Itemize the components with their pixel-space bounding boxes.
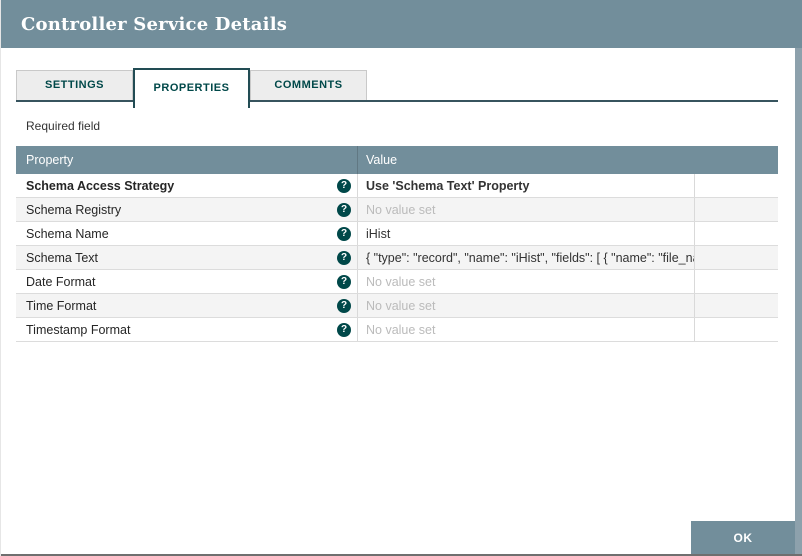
help-icon[interactable]: ? (337, 202, 351, 217)
help-icon[interactable]: ? (337, 322, 351, 337)
table-header: Property Value (16, 146, 778, 174)
property-value[interactable]: { "type": "record", "name": "iHist", "fi… (357, 246, 694, 269)
row-extra-cell (694, 222, 778, 245)
property-value[interactable]: Use 'Schema Text' Property (357, 174, 694, 197)
dialog-header: Controller Service Details (1, 0, 802, 48)
dialog-title: Controller Service Details (21, 13, 288, 35)
table-row[interactable]: Schema Access Strategy? Use 'Schema Text'… (16, 174, 778, 198)
property-name: Timestamp Format (26, 322, 131, 337)
property-name: Schema Access Strategy (26, 178, 175, 193)
table-row[interactable]: Schema Registry? No value set (16, 198, 778, 222)
column-header-property: Property (26, 153, 74, 167)
tab-comments[interactable]: COMMENTS (250, 70, 367, 100)
row-extra-cell (694, 246, 778, 269)
controller-service-details-dialog: Controller Service Details SETTINGS PROP… (0, 0, 802, 556)
property-cell: Schema Access Strategy? (16, 174, 357, 197)
required-field-hint: Required field (26, 119, 101, 133)
tab-properties[interactable]: PROPERTIES (133, 68, 250, 108)
property-value[interactable]: No value set (357, 294, 694, 317)
row-extra-cell (694, 198, 778, 221)
property-cell: Schema Name? (16, 222, 357, 245)
column-header-extra (694, 146, 778, 174)
row-extra-cell (694, 270, 778, 293)
column-header-value: Value (357, 146, 694, 174)
row-extra-cell (694, 294, 778, 317)
property-value[interactable]: iHist (357, 222, 694, 245)
tab-bar: SETTINGS PROPERTIES COMMENTS (16, 68, 778, 108)
property-name: Date Format (26, 274, 96, 289)
property-cell: Timestamp Format? (16, 318, 357, 341)
table-row[interactable]: Timestamp Format? No value set (16, 318, 778, 342)
help-icon[interactable]: ? (337, 250, 351, 265)
table-row[interactable]: Schema Name? iHist (16, 222, 778, 246)
table-row[interactable]: Date Format? No value set (16, 270, 778, 294)
help-icon[interactable]: ? (337, 178, 351, 193)
table-row[interactable]: Time Format? No value set (16, 294, 778, 318)
property-cell: Date Format? (16, 270, 357, 293)
help-icon[interactable]: ? (337, 226, 351, 241)
property-value[interactable]: No value set (357, 318, 694, 341)
ok-button[interactable]: OK (691, 521, 795, 554)
help-icon[interactable]: ? (337, 274, 351, 289)
tab-settings[interactable]: SETTINGS (16, 70, 133, 100)
property-value[interactable]: No value set (357, 270, 694, 293)
property-name: Schema Text (26, 250, 99, 265)
property-cell: Schema Registry? (16, 198, 357, 221)
property-cell: Schema Text? (16, 246, 357, 269)
table-body: Schema Access Strategy? Use 'Schema Text'… (16, 174, 778, 342)
row-extra-cell (694, 174, 778, 197)
help-icon[interactable]: ? (337, 298, 351, 313)
properties-table: Property Value Schema Access Strategy? Us… (16, 146, 778, 342)
property-cell: Time Format? (16, 294, 357, 317)
property-name: Schema Registry (26, 202, 122, 217)
table-row[interactable]: Schema Text?{ "type": "record", "name": … (16, 246, 778, 270)
property-name: Schema Name (26, 226, 109, 241)
property-name: Time Format (26, 298, 97, 313)
row-extra-cell (694, 318, 778, 341)
scrollbar-strip[interactable] (795, 48, 802, 556)
property-value[interactable]: No value set (357, 198, 694, 221)
